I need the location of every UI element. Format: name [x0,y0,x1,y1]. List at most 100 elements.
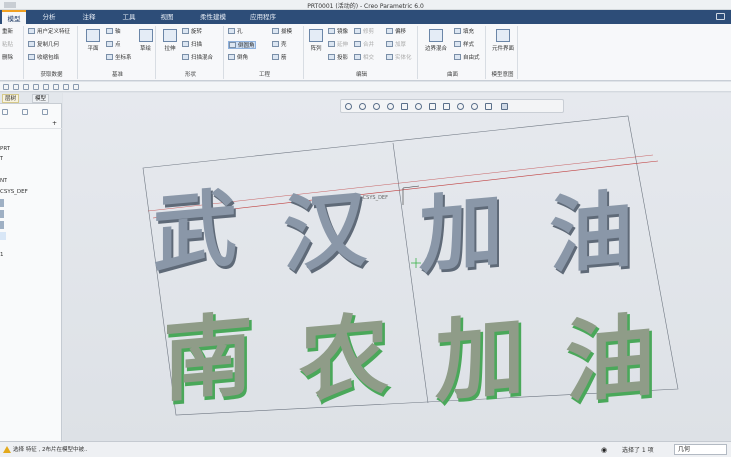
udf-button[interactable]: 用户定义特征 [28,28,70,36]
draft-button[interactable]: 拔模 [272,28,292,36]
ribbon: 重新 粘贴 删除 用户定义特征 复制几何 收缩包络 获取数据 平面 轴 点 坐标… [0,24,731,81]
boundary-blend-button[interactable]: 边界混合 [422,29,450,52]
project-button[interactable]: 投影 [328,54,348,62]
char-top-2-face: 汉 [283,179,368,284]
copy-geometry-button[interactable]: 复制几何 [28,41,59,49]
window-title: PRT0001 (活动的) - Creo Parametric 6.0 [307,3,424,10]
shrinkwrap-button[interactable]: 收缩包络 [28,54,59,62]
sketch-button[interactable]: 草绘 [137,29,154,52]
tab-flexible-modeling[interactable]: 柔性建模 [196,10,230,24]
hole-button[interactable]: 孔 [228,28,243,36]
component-interface-button[interactable]: 元件界面 [490,29,516,52]
ribbon-group-engineering: 孔 倒圆角 倒角 拔模 壳 筋 工程 [226,26,304,79]
rib-button[interactable]: 筋 [272,54,287,62]
tab-annotate[interactable]: 注释 [76,10,102,24]
extrude-button[interactable]: 拉伸 [160,29,180,52]
extrude-label: 拉伸 [164,46,176,52]
group-title-get-data: 获取数据 [40,72,63,78]
csys-button[interactable]: 坐标系 [106,54,132,62]
extruded-text-bottom: 南 南 农 农 加 加 油 油 [163,303,658,420]
tree-item[interactable]: 1 [0,251,4,259]
delete-button[interactable]: 删除 [2,54,13,62]
char-top-4-face: 油 [549,180,633,285]
freestyle-button[interactable]: 自由式 [454,54,480,62]
graphics-window[interactable]: PRT_CSYS_DEF 武 武 汉 汉 加 加 油 油 南 南 农 农 加 加… [63,93,731,441]
status-message: 选择 特征 , 2布片在模型中被.. [13,447,88,453]
point-label: 点 [115,42,121,48]
add-icon[interactable]: + [52,120,58,127]
tree-item[interactable] [0,210,4,218]
thicken-label: 加厚 [395,42,407,48]
tree-item-selected[interactable] [0,232,6,240]
style-label: 样式 [463,42,475,48]
solidify-button[interactable]: 实体化 [386,54,412,62]
axis-icon [106,28,113,34]
settings-icon[interactable] [63,84,69,90]
char-top-1-face: 武 [153,179,237,284]
chamfer-label: 倒角 [237,55,249,61]
tab-layer-tree[interactable]: 层树 [2,94,20,103]
tree-item[interactable]: NT [0,177,7,185]
tab-model-tree[interactable]: 模型 [32,94,50,103]
extend-label: 延伸 [337,42,349,48]
selection-filter-dropdown[interactable]: 几何 [674,444,727,455]
window-icon[interactable] [43,84,49,90]
axis-button[interactable]: 轴 [106,28,121,36]
tree-filter-icon[interactable] [22,109,28,115]
mirror-icon [328,28,335,34]
model-canvas: PRT_CSYS_DEF 武 武 汉 汉 加 加 油 油 南 南 农 农 加 加… [142,115,679,420]
sweep-label: 扫描 [191,42,203,48]
group-title-datum: 基准 [111,72,123,78]
fill-label: 填充 [463,29,475,35]
panel-tabs: 层树 模型 [0,93,62,104]
minimize-ribbon-icon[interactable] [716,13,725,20]
fill-button[interactable]: 填充 [454,28,474,36]
mirror-button[interactable]: 镜像 [328,28,348,36]
shell-button[interactable]: 壳 [272,41,287,49]
tree-settings-icon[interactable] [2,109,8,115]
close-window-icon[interactable] [53,84,59,90]
tree-item[interactable]: PRT [0,145,10,153]
revolve-button[interactable]: 旋转 [182,28,202,36]
merge-button[interactable]: 合并 [354,41,374,49]
tab-applications[interactable]: 应用程序 [246,10,280,24]
draft-icon [272,28,279,34]
tree-view-icon[interactable] [42,109,48,115]
swept-blend-button[interactable]: 扫描混合 [182,54,213,62]
copy-geometry-label: 复制几何 [37,42,60,48]
undo-icon[interactable] [3,84,9,90]
save-icon[interactable] [23,84,29,90]
thicken-button[interactable]: 加厚 [386,41,406,49]
check-icon[interactable] [73,84,79,90]
plane-button[interactable]: 平面 [82,29,104,52]
tree-item[interactable]: T [0,155,3,163]
tree-item[interactable] [0,221,4,229]
extend-button[interactable]: 延伸 [328,41,348,49]
paste-button[interactable]: 粘贴 [2,41,13,49]
trim-button[interactable]: 修剪 [354,28,374,36]
tab-analysis[interactable]: 分析 [36,10,62,24]
binoculars-icon[interactable]: ◉ [601,446,607,454]
char-bottom-3-face: 加 [435,303,525,416]
ribbon-group-surfaces: 边界混合 填充 样式 自由式 曲面 [420,26,486,79]
offset-button[interactable]: 偏移 [386,28,406,36]
selection-count: 选择了 1 项 [622,447,654,454]
intersect-button[interactable]: 相交 [354,54,374,62]
sweep-button[interactable]: 扫描 [182,41,202,49]
point-button[interactable]: 点 [106,41,121,49]
tab-model[interactable]: 模型 [2,10,26,24]
chamfer-button[interactable]: 倒角 [228,54,248,62]
regenerate-icon[interactable] [33,84,39,90]
tab-view[interactable]: 视图 [154,10,180,24]
tree-item[interactable]: CSYS_DEF [0,188,28,196]
offset-icon [386,28,393,34]
regenerate-button[interactable]: 重新 [2,28,13,36]
rib-label: 筋 [281,55,287,61]
extend-icon [328,41,335,47]
tab-tools[interactable]: 工具 [116,10,142,24]
style-button[interactable]: 样式 [454,41,474,49]
tree-item[interactable] [0,199,4,207]
pattern-button[interactable]: 阵列 [308,29,324,52]
redo-icon[interactable] [13,84,19,90]
round-button[interactable]: 倒圆角 [228,41,256,49]
